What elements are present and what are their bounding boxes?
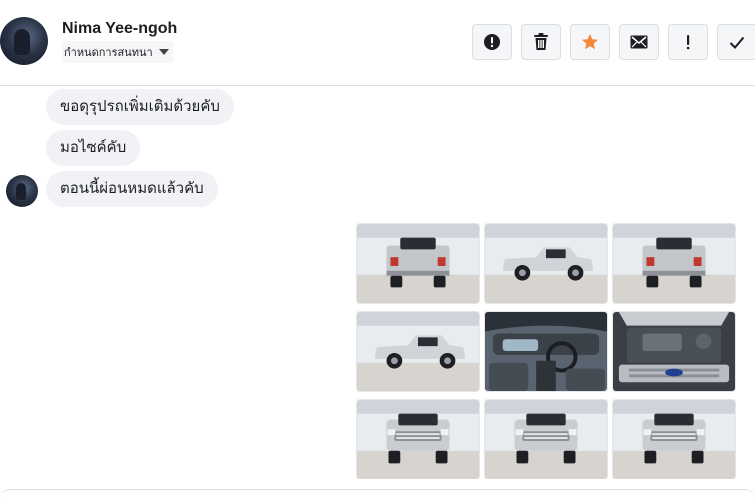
photo-truck-side-left[interactable] (356, 311, 480, 392)
photo-truck-rear-right[interactable] (612, 223, 736, 304)
star-icon (581, 33, 599, 51)
conversation-header: Nima Yee-ngoh กำหนดการสนทนา (0, 0, 755, 86)
checkmark-icon (729, 36, 745, 49)
mark-unread-button[interactable] (619, 24, 659, 60)
mark-done-button[interactable] (717, 24, 755, 60)
sender-avatar[interactable] (6, 175, 38, 207)
caret-down-icon (158, 49, 169, 55)
message-bubble[interactable]: มอไซค์คับ (46, 130, 141, 166)
star-button[interactable] (570, 24, 610, 60)
photo-truck-side[interactable] (484, 223, 608, 304)
message-composer[interactable] (0, 489, 755, 499)
envelope-icon (630, 35, 648, 49)
status-label: กำหนดการสนทนา (64, 47, 153, 59)
follow-up-button[interactable] (668, 24, 708, 60)
photo-truck-rear[interactable] (356, 223, 480, 304)
mark-spam-button[interactable] (472, 24, 512, 60)
action-toolbar (472, 24, 755, 60)
avatar[interactable] (0, 17, 48, 65)
photo-truck-front-right[interactable] (612, 399, 736, 479)
exclamation-icon (685, 34, 691, 50)
photo-truck-front-left[interactable] (356, 399, 480, 479)
delete-button[interactable] (521, 24, 561, 60)
photo-truck-interior[interactable] (484, 311, 608, 392)
photo-truck-front[interactable] (484, 399, 608, 479)
message-bubble[interactable]: ขอดุรุปรถเพิ่มเติมด้วยคับ (46, 89, 234, 125)
photo-truck-engine[interactable] (612, 311, 736, 392)
message-bubble[interactable]: ตอนนี้ผ่อนหมดแล้วคับ (46, 171, 218, 207)
conversation-status-dropdown[interactable]: กำหนดการสนทนา (62, 41, 173, 63)
alert-circle-icon (483, 33, 501, 51)
message-thread[interactable]: ขอดุรุปรถเพิ่มเติมด้วยคับ มอไซค์คับ ตอนน… (0, 87, 755, 479)
trash-icon (533, 33, 549, 51)
photo-attachment-grid (356, 223, 736, 479)
contact-name[interactable]: Nima Yee-ngoh (62, 20, 177, 38)
